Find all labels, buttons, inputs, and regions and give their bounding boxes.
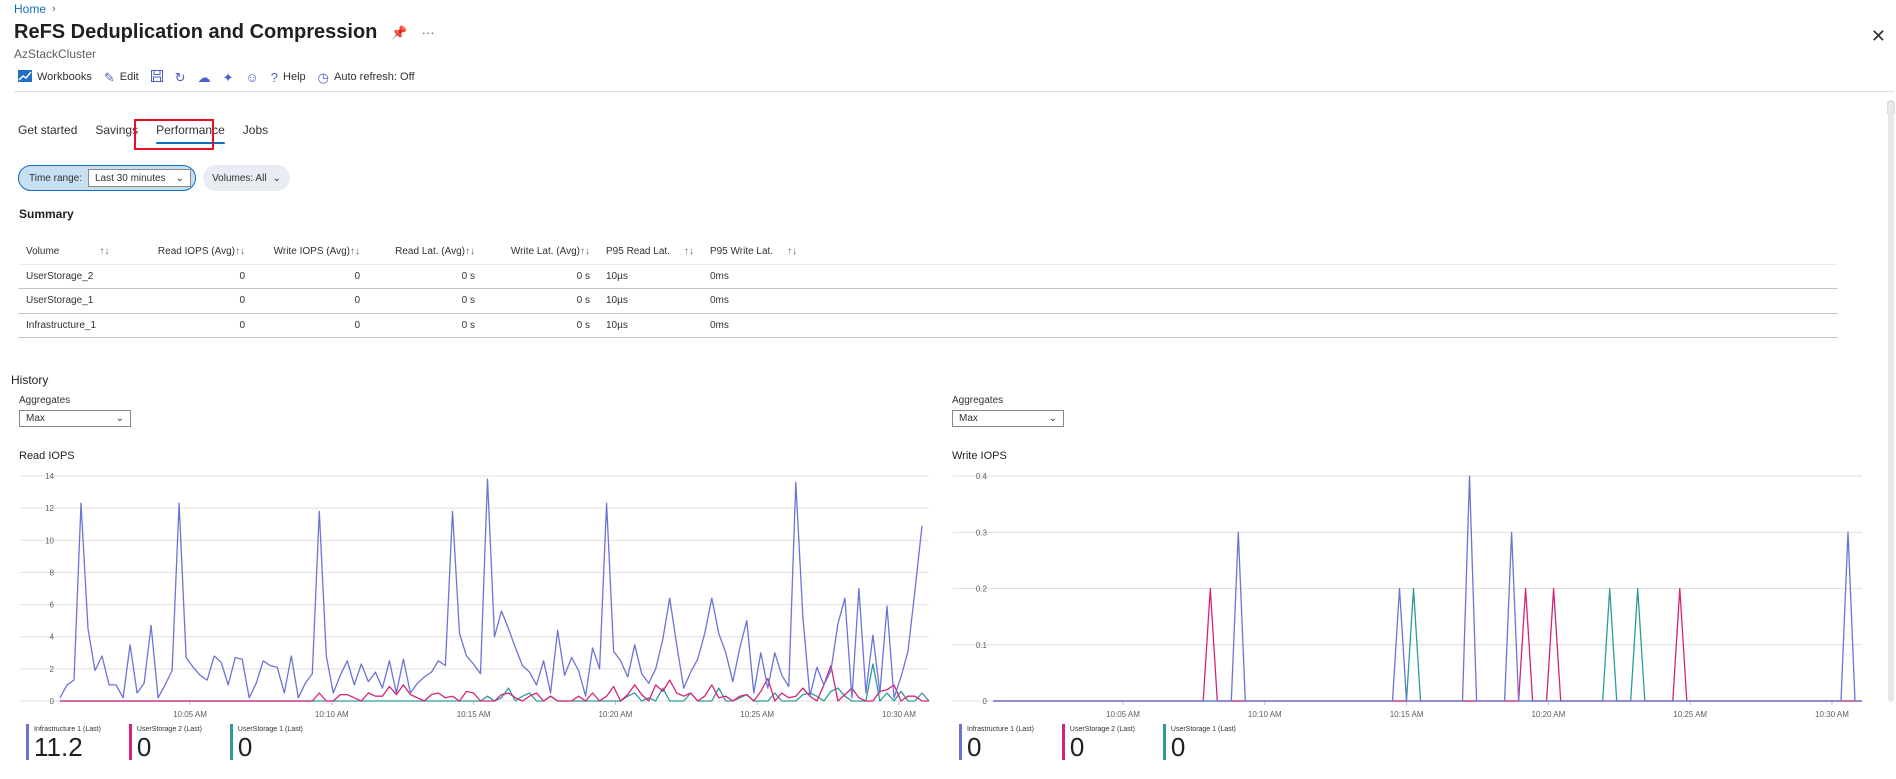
legend-swatch [229, 724, 233, 760]
legend-value: 0 [1170, 732, 1186, 762]
x-tick-label: 10:20 AM [598, 710, 632, 719]
legend-swatch [959, 724, 962, 760]
page-scrollbar[interactable] [1886, 100, 1896, 702]
x-tick-label: 10:15 AM [1390, 710, 1424, 719]
read-iops-chart: 0 2 4 6 8 10 12 14 10:05 AM 10:10 AM 10:15 AM 10:20… [20, 472, 1862, 719]
scroll-thumb[interactable] [1888, 102, 1894, 702]
y-tick-label: 0 [50, 697, 55, 706]
legend-item[interactable]: UserStorage 2 (Last) 0 [128, 724, 202, 762]
legend-item[interactable]: UserStorage 1 (Last) 0 [229, 724, 303, 762]
legend-value: 0 [237, 732, 253, 762]
y-tick-label: 4 [50, 633, 55, 642]
legend-item[interactable]: Infrastructure 1 (Last) 0 [959, 724, 1034, 760]
y-tick-label: 12 [45, 504, 54, 513]
legend-value: 0 [1069, 732, 1085, 762]
legend-item[interactable]: UserStorage 1 (Last) 0 [1162, 724, 1236, 762]
series-line-userstorage-2-last- [60, 664, 929, 702]
y-tick-label: 2 [50, 665, 55, 674]
x-tick-label: 10:15 AM [457, 710, 491, 719]
y-tick-label: 10 [45, 536, 54, 545]
legend-value: 0 [967, 732, 982, 762]
legend-swatch [1162, 724, 1166, 760]
write-iops-legend: Infrastructure 1 (Last) 0 UserStorage 2 … [959, 724, 1236, 760]
y-tick-label: 6 [50, 601, 55, 610]
y-tick-label: 0.3 [976, 528, 988, 537]
y-tick-label: 8 [50, 568, 55, 577]
legend-item[interactable]: UserStorage 2 (Last) 0 [1061, 724, 1135, 762]
y-tick-label: 0.4 [976, 472, 988, 481]
legend-swatch [128, 724, 132, 760]
y-tick-label: 14 [45, 472, 54, 481]
read-iops-legend: Infrastructure 1 (Last) 11.2 UserStorage… [26, 724, 303, 760]
series-line-infrastructure-1-last- [59, 478, 923, 699]
x-tick-label: 10:05 AM [1106, 710, 1140, 719]
y-tick-label: 0 [983, 697, 988, 706]
y-tick-label: 0.2 [976, 585, 988, 594]
x-tick-label: 10:30 AM [882, 710, 916, 719]
legend-swatch [26, 724, 29, 760]
y-tick-label: 0.1 [976, 641, 988, 650]
x-tick-label: 10:10 AM [315, 710, 349, 719]
x-tick-label: 10:05 AM [173, 710, 207, 719]
x-tick-label: 10:10 AM [1248, 710, 1282, 719]
series-line-userstorage-1-last- [60, 663, 930, 702]
legend-value: 0 [136, 732, 152, 762]
x-tick-label: 10:30 AM [1815, 710, 1849, 719]
legend-swatch [1061, 724, 1065, 760]
x-tick-label: 10:20 AM [1531, 710, 1565, 719]
legend-value: 11.2 [34, 732, 83, 762]
legend-item[interactable]: Infrastructure 1 (Last) 11.2 [26, 724, 101, 760]
x-tick-label: 10:25 AM [740, 710, 774, 719]
x-tick-label: 10:25 AM [1673, 710, 1707, 719]
